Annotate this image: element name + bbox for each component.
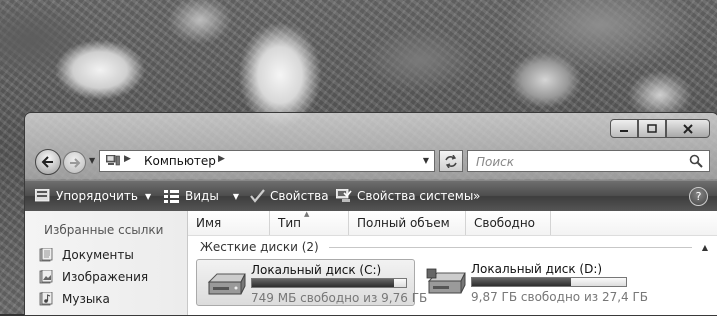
breadcrumb-separator[interactable]: ▶ [124, 154, 131, 164]
drive-item-d[interactable]: Локальный диск (D:) 9,87 ГБ свободно из … [417, 259, 648, 306]
search-icon[interactable] [689, 154, 703, 168]
properties-button[interactable]: Свойства [249, 181, 329, 211]
drive-name: Локальный диск (C:) [251, 263, 382, 277]
drive-usage-fill [472, 278, 571, 286]
sort-ascending-icon: ▲ [304, 210, 310, 218]
refresh-button[interactable] [439, 150, 463, 172]
minimize-button[interactable] [610, 119, 638, 138]
recent-pages-dropdown[interactable]: ▼ [89, 156, 95, 165]
group-header-hard-drives[interactable]: Жесткие диски (2) ▲ [200, 239, 708, 255]
views-label: Виды [185, 189, 219, 203]
chevron-down-icon: ▼ [232, 191, 239, 201]
properties-label: Свойства [270, 189, 329, 203]
column-header-free-space[interactable]: Свободно [466, 211, 551, 235]
close-button[interactable] [666, 119, 710, 138]
navigation-pane: Избранные ссылки Документы Изображения М… [25, 211, 188, 315]
refresh-icon [445, 154, 457, 168]
favorite-links-title: Избранные ссылки [44, 223, 164, 237]
back-arrow-icon [41, 156, 53, 168]
system-properties-button[interactable]: Свойства системы [336, 181, 473, 211]
sidebar-item-label: Музыка [62, 292, 110, 306]
window-controls [610, 119, 710, 138]
drive-free-space: 749 МБ свободно из 9,76 ГБ [251, 291, 428, 305]
navigation-bar: ▼ ▶ Компьютер ▶ ▼ [33, 149, 710, 175]
computer-icon [106, 155, 120, 166]
sidebar-item-music[interactable]: Музыка [39, 290, 110, 308]
column-header-label: Свободно [474, 216, 536, 230]
collapse-group-icon[interactable]: ▲ [702, 243, 708, 252]
organize-button[interactable]: Упорядочить ▼ [35, 181, 151, 211]
drive-free-space: 9,87 ГБ свободно из 27,4 ГБ [471, 290, 649, 304]
close-icon [683, 123, 693, 134]
drive-usage-bar [471, 277, 627, 287]
column-header-total-size[interactable]: Полный объем [349, 211, 466, 235]
hard-drive-icon [207, 273, 246, 295]
breadcrumb-computer[interactable]: Компьютер [144, 154, 216, 168]
documents-icon [39, 248, 53, 262]
drive-name: Локальный диск (D:) [471, 262, 603, 276]
help-button[interactable]: ? [689, 187, 708, 206]
file-list-pane: Имя Тип ▲ Полный объем Свободно Жесткие … [188, 210, 717, 315]
column-headers: Имя Тип ▲ Полный объем Свободно [188, 210, 717, 236]
views-icon [164, 190, 179, 203]
address-dropdown[interactable]: ▼ [423, 156, 429, 165]
sidebar-item-pictures[interactable]: Изображения [39, 268, 148, 286]
column-header-label: Имя [196, 216, 222, 230]
drive-usage-bar [251, 278, 407, 288]
checkmark-icon [250, 189, 265, 203]
column-header-type[interactable]: Тип [270, 211, 349, 235]
maximize-button[interactable] [638, 119, 666, 138]
column-header-label: Тип [278, 216, 301, 230]
views-button[interactable]: Виды ▼ [164, 181, 239, 211]
group-divider [328, 246, 692, 248]
drive-usage-fill [252, 279, 395, 287]
search-box[interactable] [467, 150, 710, 173]
column-header-label: Полный объем [357, 216, 450, 230]
chevron-down-icon: ▼ [144, 191, 152, 201]
minimize-icon [620, 129, 628, 132]
more-commands-button[interactable]: » [473, 181, 480, 211]
drive-item-c[interactable]: Локальный диск (C:) 749 МБ свободно из 9… [196, 259, 427, 306]
more-commands-label: » [473, 189, 481, 203]
search-input[interactable] [468, 151, 688, 173]
breadcrumb-separator[interactable]: ▶ [218, 154, 225, 164]
music-icon [39, 292, 53, 306]
organize-label: Упорядочить [56, 189, 138, 203]
pictures-icon [39, 270, 53, 284]
hard-drive-system-icon [426, 268, 466, 294]
sidebar-item-documents[interactable]: Документы [39, 246, 134, 264]
help-icon: ? [695, 190, 702, 203]
organize-icon [35, 189, 50, 202]
explorer-window: ▼ ▶ Компьютер ▶ ▼ Поиск Упорядочить ▼ Ви… [24, 112, 717, 316]
system-properties-label: Свойства системы [357, 189, 474, 203]
forward-button[interactable] [63, 151, 86, 174]
group-title: Жесткие диски (2) [200, 240, 319, 254]
column-header-name[interactable]: Имя [188, 211, 270, 235]
sidebar-item-label: Изображения [62, 270, 149, 284]
maximize-icon [647, 124, 657, 133]
back-button[interactable] [35, 149, 61, 175]
system-properties-icon [336, 189, 352, 202]
address-bar[interactable]: ▶ Компьютер ▶ ▼ [99, 150, 435, 172]
sidebar-item-label: Документы [62, 248, 134, 262]
command-toolbar: Упорядочить ▼ Виды ▼ Свойства Свойства с… [25, 180, 717, 212]
forward-arrow-icon [69, 157, 80, 168]
